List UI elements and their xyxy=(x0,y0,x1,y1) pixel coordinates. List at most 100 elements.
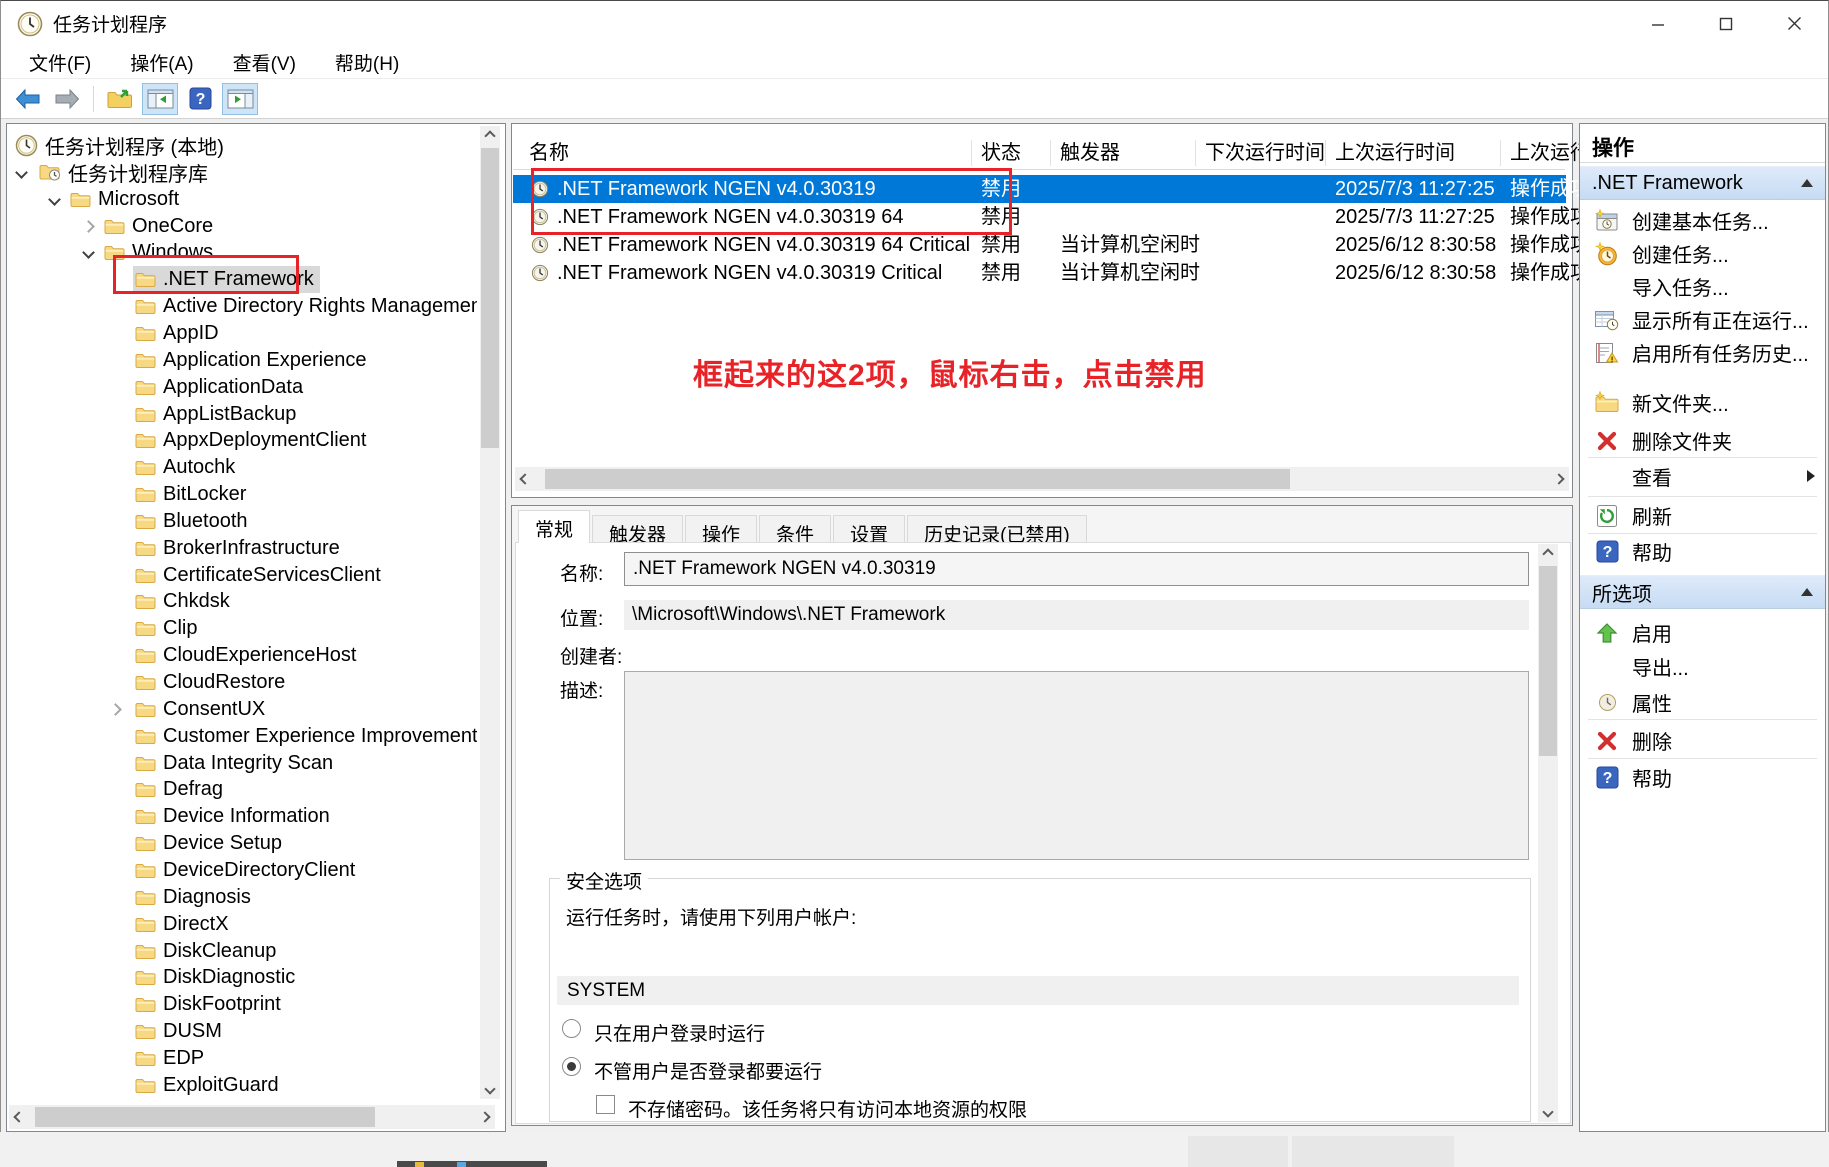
checkbox-no-password[interactable] xyxy=(596,1095,615,1114)
collapse-arrow-icon[interactable] xyxy=(1801,588,1813,596)
scroll-left-arrow[interactable] xyxy=(9,1107,29,1127)
list-hscroll-thumb[interactable] xyxy=(545,469,1290,489)
tree-item[interactable]: AppxDeploymentClient xyxy=(7,427,477,454)
column-divider[interactable] xyxy=(1050,140,1051,166)
tree-item[interactable]: ExploitGuard xyxy=(7,1072,477,1099)
tree-item[interactable]: Bluetooth xyxy=(7,508,477,535)
tab-1[interactable]: 触发器 xyxy=(592,515,683,543)
action-item[interactable]: 创建基本任务... xyxy=(1580,204,1825,237)
close-button[interactable] xyxy=(1760,1,1828,46)
help-button[interactable]: ? xyxy=(182,83,218,115)
tree-item[interactable]: DiskFootprint xyxy=(7,991,477,1018)
task-row[interactable]: .NET Framework NGEN v4.0.30319 64禁用2025/… xyxy=(513,203,1566,231)
tree-item[interactable]: OneCore xyxy=(7,213,477,240)
column-header[interactable]: 触发器 xyxy=(1060,136,1120,170)
action-item[interactable]: 删除文件夹 xyxy=(1580,424,1825,457)
forward-button[interactable] xyxy=(49,83,85,115)
tree-item[interactable]: ConsentUX xyxy=(7,696,477,723)
collapse-chevron-icon[interactable] xyxy=(82,247,95,260)
menu-item[interactable]: 查看(V) xyxy=(227,47,302,78)
tree-horizontal-scrollbar[interactable] xyxy=(9,1105,495,1129)
scroll-right-arrow[interactable] xyxy=(475,1107,495,1127)
column-header[interactable]: 状态 xyxy=(981,136,1021,170)
scroll-up-arrow[interactable] xyxy=(1538,544,1558,564)
tree-item[interactable]: DiskDiagnostic xyxy=(7,964,477,991)
tree-item[interactable]: BitLocker xyxy=(7,481,477,508)
actions-section-header[interactable]: 所选项 xyxy=(1580,575,1825,609)
tree-item[interactable]: .NET Framework xyxy=(7,266,477,293)
menu-item[interactable]: 文件(F) xyxy=(23,47,97,78)
tree-item[interactable]: DiskCleanup xyxy=(7,938,477,965)
task-row[interactable]: .NET Framework NGEN v4.0.30319禁用2025/7/3… xyxy=(513,175,1566,203)
minimize-button[interactable] xyxy=(1624,1,1692,46)
expand-chevron-icon[interactable] xyxy=(109,703,122,716)
tree-item[interactable]: Autochk xyxy=(7,454,477,481)
action-item[interactable]: 启用所有任务历史... xyxy=(1580,336,1825,369)
tree-item[interactable]: CertificateServicesClient xyxy=(7,562,477,589)
tree-item[interactable]: Chkdsk xyxy=(7,588,477,615)
task-name-field[interactable]: .NET Framework NGEN v4.0.30319 xyxy=(624,552,1529,586)
maximize-button[interactable] xyxy=(1692,1,1760,46)
collapse-chevron-icon[interactable] xyxy=(15,166,28,179)
action-item[interactable]: 属性 xyxy=(1580,686,1825,719)
toggle-action-pane-button[interactable] xyxy=(222,83,258,115)
tree-item[interactable]: DeviceDirectoryClient xyxy=(7,857,477,884)
tree-item[interactable]: Device Information xyxy=(7,803,477,830)
tree-item[interactable]: Windows xyxy=(7,239,477,266)
tab-general[interactable]: 常规 xyxy=(518,510,590,543)
tree-item[interactable]: BrokerInfrastructure xyxy=(7,535,477,562)
action-item[interactable]: 导入任务... xyxy=(1580,270,1825,303)
collapse-arrow-icon[interactable] xyxy=(1801,179,1813,187)
column-divider[interactable] xyxy=(1325,140,1326,166)
expand-chevron-icon[interactable] xyxy=(82,220,95,233)
tree-item[interactable]: DirectX xyxy=(7,911,477,938)
tree-item[interactable]: ApplicationData xyxy=(7,374,477,401)
details-vertical-scrollbar[interactable] xyxy=(1538,544,1558,1122)
menu-item[interactable]: 帮助(H) xyxy=(329,47,405,78)
back-button[interactable] xyxy=(9,83,45,115)
action-item[interactable]: 启用 xyxy=(1580,616,1825,649)
tree-vscroll-thumb[interactable] xyxy=(481,148,499,448)
tree-item[interactable]: Microsoft xyxy=(7,186,477,213)
action-item[interactable]: ?帮助 xyxy=(1580,761,1825,794)
column-header[interactable]: 名称 xyxy=(529,136,569,170)
column-header[interactable]: 上次运行时间 xyxy=(1335,136,1455,170)
tree-item[interactable]: Diagnosis xyxy=(7,884,477,911)
tree-item[interactable]: 任务计划程序库 xyxy=(7,159,477,186)
tree-item[interactable]: DUSM xyxy=(7,1018,477,1045)
export-list-button[interactable] xyxy=(102,83,138,115)
action-item[interactable]: 创建任务... xyxy=(1580,237,1825,270)
tree-item[interactable]: Device Setup xyxy=(7,830,477,857)
task-row[interactable]: .NET Framework NGEN v4.0.30319 64 Critic… xyxy=(513,231,1566,259)
actions-section-header[interactable]: .NET Framework xyxy=(1580,166,1825,200)
scroll-up-arrow[interactable] xyxy=(480,126,500,146)
tree-item[interactable]: Customer Experience Improvement Prog xyxy=(7,723,477,750)
scroll-left-arrow[interactable] xyxy=(515,469,535,489)
tab-3[interactable]: 条件 xyxy=(759,515,831,543)
collapse-chevron-icon[interactable] xyxy=(48,193,61,206)
scroll-right-arrow[interactable] xyxy=(1549,469,1569,489)
tree-item[interactable]: Clip xyxy=(7,615,477,642)
tree-item[interactable]: Active Directory Rights Management Se xyxy=(7,293,477,320)
toggle-console-tree-button[interactable] xyxy=(142,83,178,115)
tree-item[interactable]: AppListBackup xyxy=(7,401,477,428)
tree-item[interactable]: CloudRestore xyxy=(7,669,477,696)
list-horizontal-scrollbar[interactable] xyxy=(515,467,1569,491)
tab-2[interactable]: 操作 xyxy=(685,515,757,543)
tree-hscroll-thumb[interactable] xyxy=(35,1107,375,1127)
tree-item[interactable]: Data Integrity Scan xyxy=(7,750,477,777)
radio-run-when-logged-on[interactable] xyxy=(562,1019,581,1038)
details-vscroll-thumb[interactable] xyxy=(1539,566,1557,756)
tree-vertical-scrollbar[interactable] xyxy=(480,126,500,1099)
action-item[interactable]: 导出... xyxy=(1580,650,1825,683)
action-item[interactable]: 显示所有正在运行... xyxy=(1580,303,1825,336)
action-item[interactable]: 查看 xyxy=(1580,460,1825,493)
tree-item[interactable]: Application Experience xyxy=(7,347,477,374)
menu-item[interactable]: 操作(A) xyxy=(124,47,199,78)
task-description-field[interactable] xyxy=(624,671,1529,860)
column-header[interactable]: 下次运行时间 xyxy=(1205,136,1325,170)
column-header[interactable]: 上次运行 xyxy=(1510,136,1590,170)
tree-item[interactable]: Defrag xyxy=(7,776,477,803)
action-item[interactable]: 新文件夹... xyxy=(1580,386,1825,419)
action-item[interactable]: ?帮助 xyxy=(1580,535,1825,568)
